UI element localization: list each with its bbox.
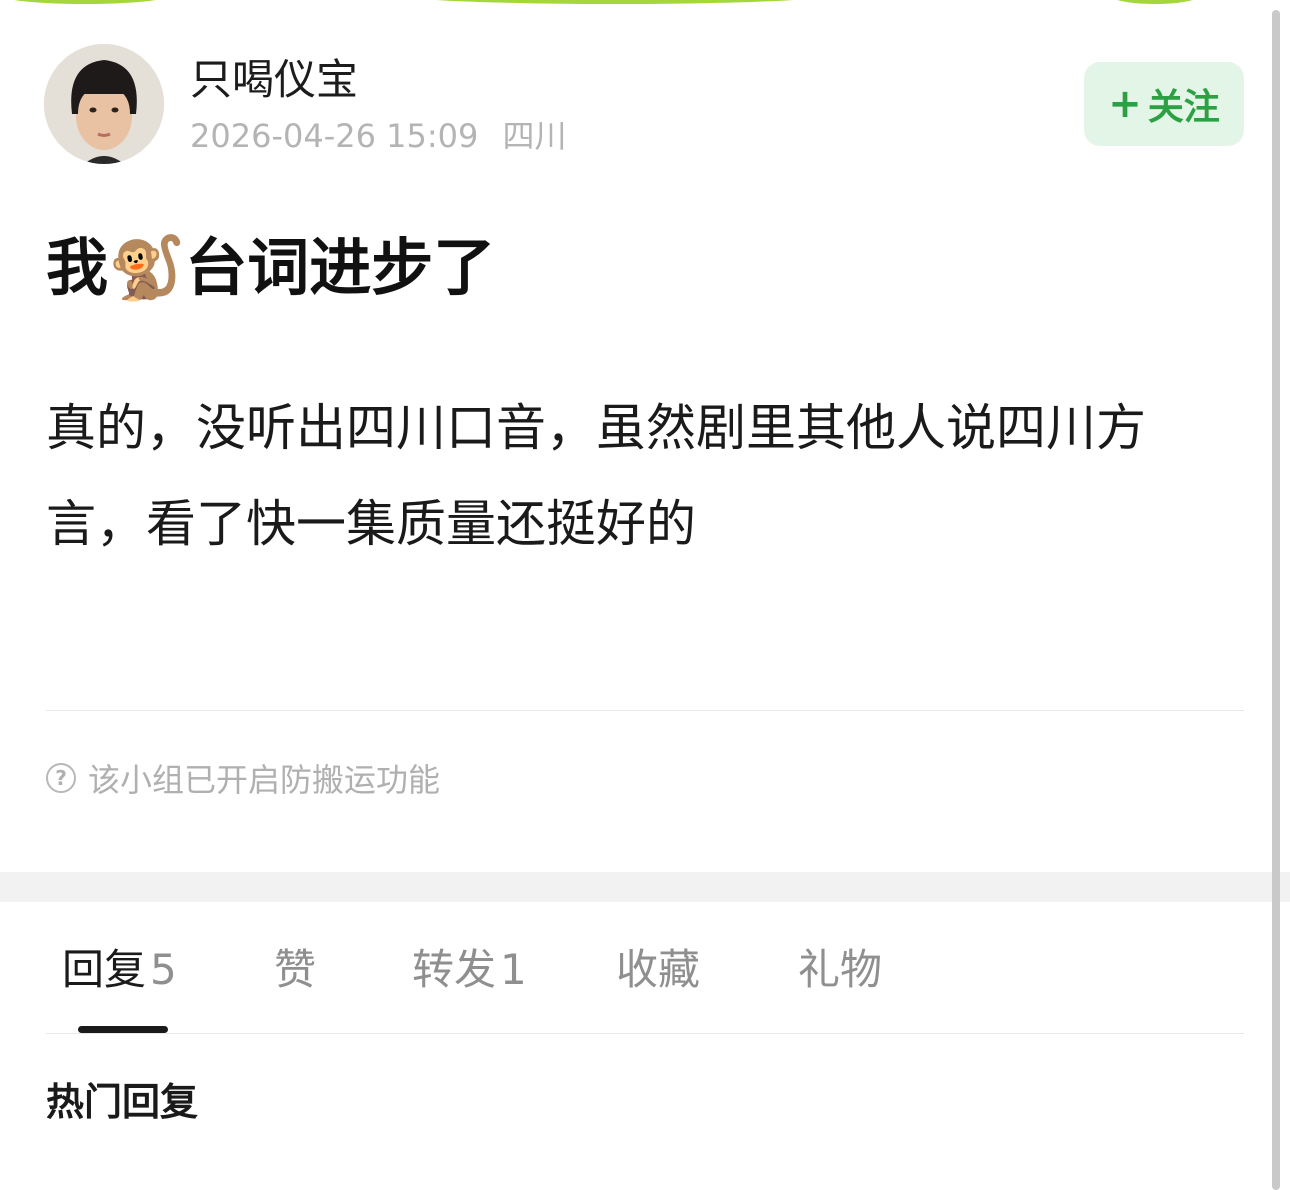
top-accent-left	[0, 0, 170, 4]
tab-count: 5	[150, 945, 177, 994]
hot-replies-heading: 热门回复	[46, 1080, 199, 1124]
top-accent-center	[400, 0, 830, 4]
tab-likes[interactable]: 赞	[274, 935, 316, 1005]
anti-repost-text: 该小组已开启防搬运功能	[88, 761, 441, 799]
help-circle-icon: ?	[46, 763, 76, 793]
interaction-tabs: 回复5 赞 转发1 收藏 礼物	[0, 935, 1290, 1005]
anti-repost-note[interactable]: ? 该小组已开启防搬运功能	[46, 756, 440, 800]
tab-gifts[interactable]: 礼物	[798, 935, 882, 1005]
post-location: 四川	[502, 117, 567, 155]
content-divider	[46, 710, 1244, 711]
top-accent-right	[1110, 0, 1200, 4]
scrollbar[interactable]	[1272, 10, 1280, 1190]
tab-reposts[interactable]: 转发1	[412, 935, 527, 1005]
tab-label: 转发	[412, 945, 497, 994]
tab-favorites[interactable]: 收藏	[616, 935, 700, 1005]
post-body: 真的，没听出四川口音，虽然剧里其他人说四川方言，看了快一集质量还挺好的	[46, 399, 1146, 553]
post-timestamp: 2026-04-26 15:09	[190, 117, 479, 155]
tab-label: 礼物	[798, 945, 883, 994]
follow-label: 关注	[1147, 87, 1220, 128]
author-name[interactable]: 只喝仪宝	[190, 52, 358, 108]
tab-count: 1	[500, 945, 527, 994]
tab-replies[interactable]: 回复5	[62, 935, 177, 1005]
tab-label: 回复	[62, 945, 147, 994]
plus-icon: +	[1108, 81, 1142, 127]
post-title: 我🐒台词进步了	[46, 231, 496, 304]
author-avatar[interactable]	[44, 44, 164, 164]
post-meta: 2026-04-26 15:09 四川	[190, 114, 567, 158]
tab-label: 赞	[274, 945, 317, 994]
active-tab-indicator	[78, 1026, 168, 1033]
follow-button[interactable]: + 关注	[1084, 62, 1244, 146]
tabs-divider	[46, 1033, 1244, 1034]
tab-label: 收藏	[616, 945, 701, 994]
section-gap	[0, 872, 1290, 902]
avatar-image	[44, 44, 164, 164]
